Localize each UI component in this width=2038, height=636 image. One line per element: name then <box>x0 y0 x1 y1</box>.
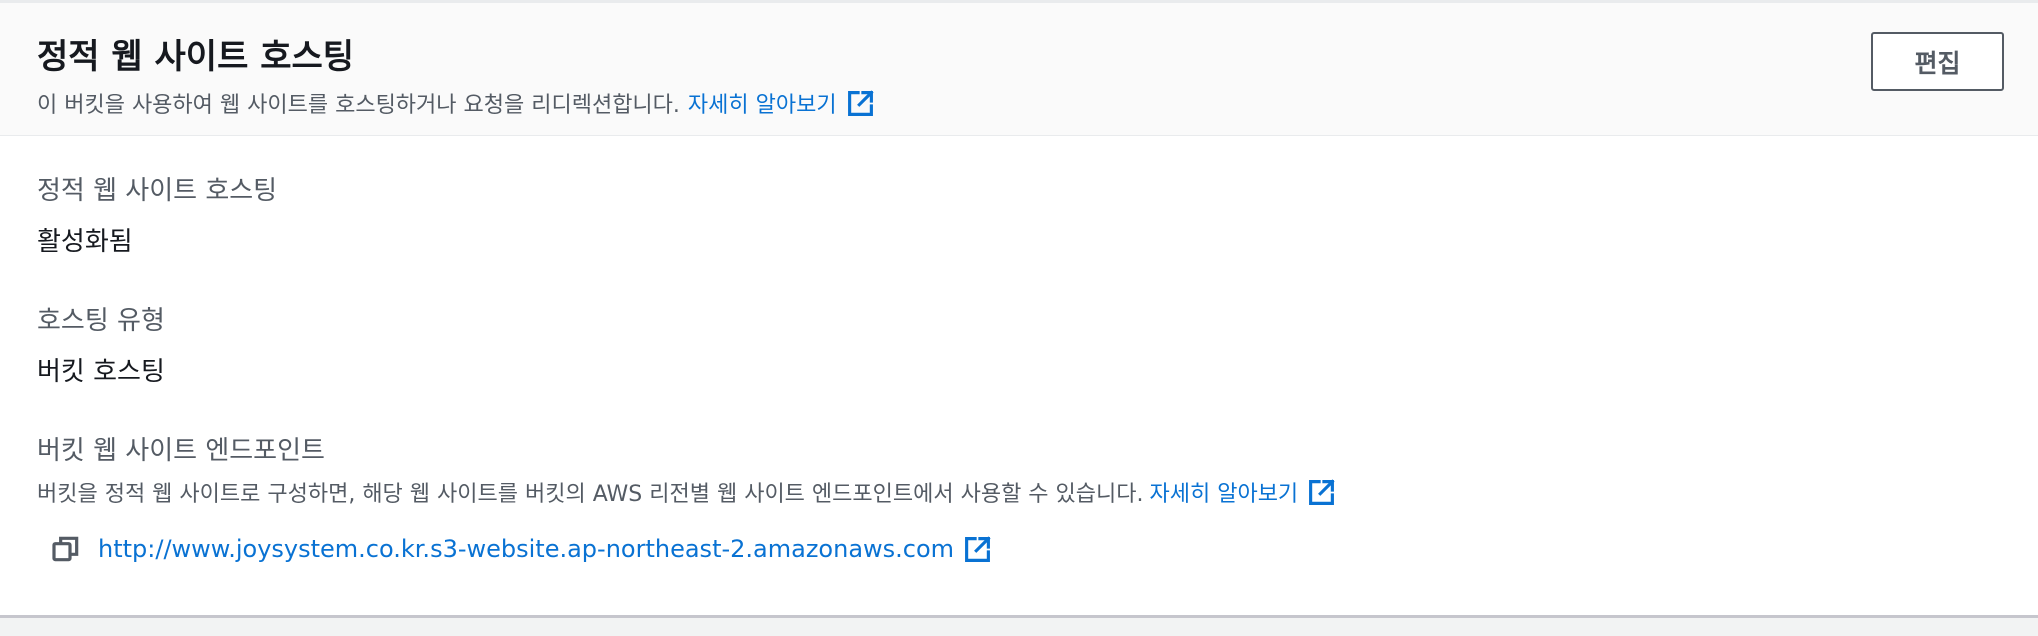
endpoint-description-text: 버킷을 정적 웹 사이트로 구성하면, 해당 웹 사이트를 버킷의 AWS 리전… <box>37 482 1144 507</box>
endpoint-url-row: http://www.joysystem.co.kr.s3-website.ap… <box>50 533 992 565</box>
endpoint-url-link[interactable]: http://www.joysystem.co.kr.s3-website.ap… <box>98 535 992 564</box>
learn-more-label: 자세히 알아보기 <box>687 93 837 118</box>
hosting-value: 활성화됨 <box>37 227 133 257</box>
panel-description-text: 이 버킷을 사용하여 웹 사이트를 호스팅하거나 요청을 리디렉션합니다. <box>37 93 680 118</box>
copy-icon[interactable] <box>50 533 82 565</box>
hosting-type-label: 호스팅 유형 <box>37 306 165 336</box>
external-link-icon <box>963 535 992 564</box>
hosting-type-value: 버킷 호스팅 <box>37 357 165 387</box>
hosting-label: 정적 웹 사이트 호스팅 <box>37 176 278 206</box>
endpoint-description: 버킷을 정적 웹 사이트로 구성하면, 해당 웹 사이트를 버킷의 AWS 리전… <box>37 476 1336 508</box>
endpoint-learn-more-label: 자세히 알아보기 <box>1149 482 1299 507</box>
external-link-icon <box>1307 478 1336 507</box>
external-link-icon <box>846 89 875 118</box>
edit-button[interactable]: 편집 <box>1871 32 2004 91</box>
panel-description: 이 버킷을 사용하여 웹 사이트를 호스팅하거나 요청을 리디렉션합니다. 자세… <box>37 87 875 119</box>
endpoint-url: http://www.joysystem.co.kr.s3-website.ap… <box>98 535 955 563</box>
static-website-hosting-panel: 정적 웹 사이트 호스팅 이 버킷을 사용하여 웹 사이트를 호스팅하거나 요청… <box>0 0 2038 618</box>
panel-title: 정적 웹 사이트 호스팅 <box>37 37 355 77</box>
panel-header: 정적 웹 사이트 호스팅 이 버킷을 사용하여 웹 사이트를 호스팅하거나 요청… <box>0 3 2038 136</box>
endpoint-learn-more-link[interactable]: 자세히 알아보기 <box>1150 476 1337 508</box>
learn-more-link[interactable]: 자세히 알아보기 <box>688 87 875 119</box>
endpoint-label: 버킷 웹 사이트 엔드포인트 <box>37 436 325 466</box>
